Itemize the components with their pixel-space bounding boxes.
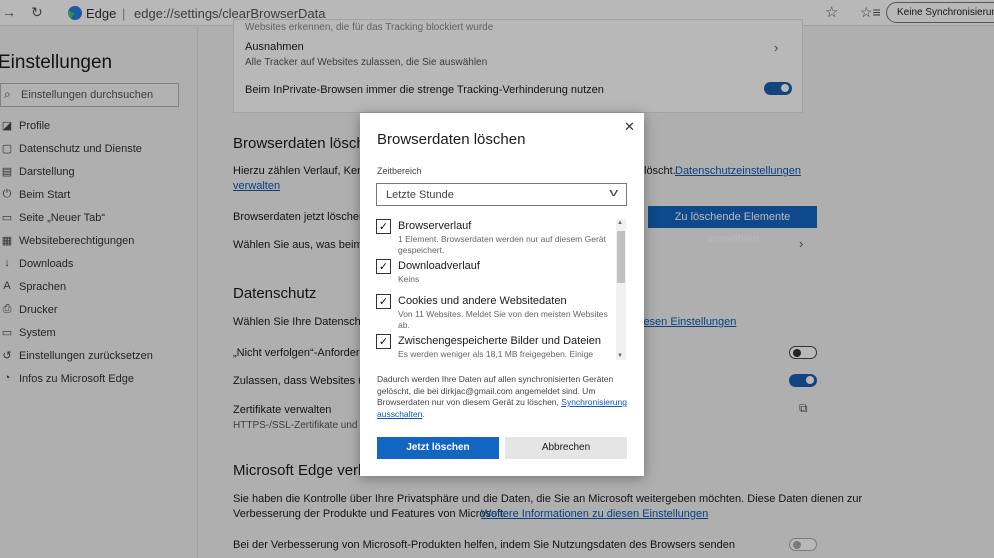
time-range-label: Zeitbereich xyxy=(377,166,422,176)
sync-info-text: Dadurch werden Ihre Daten auf allen sync… xyxy=(377,374,629,420)
scroll-down-icon[interactable]: ▼ xyxy=(617,353,623,359)
option-desc: Keins xyxy=(398,274,420,284)
clear-now-button[interactable]: Jetzt löschen xyxy=(377,437,499,459)
close-icon[interactable]: ✕ xyxy=(624,119,635,135)
option-name: Browserverlauf xyxy=(398,220,472,232)
scroll-up-icon[interactable]: ▲ xyxy=(617,220,623,226)
list-scrollbar[interactable]: ▲ ▼ xyxy=(616,219,626,360)
option-desc: Von 11 Websites. Meldet Sie von den meis… xyxy=(398,309,608,330)
time-range-select[interactable]: Letzte Stunde v xyxy=(376,183,627,206)
checkbox-checked[interactable]: ✓ xyxy=(376,259,391,274)
chevron-down-icon: v xyxy=(608,187,618,199)
checkbox-checked[interactable]: ✓ xyxy=(376,294,391,309)
data-type-list: ✓ Browserverlauf 1 Element. Browserdaten… xyxy=(376,219,628,359)
dialog-title: Browserdaten löschen xyxy=(377,131,526,148)
checkbox-checked[interactable]: ✓ xyxy=(376,219,391,234)
option-desc: Es werden weniger als 18,1 MB freigegebe… xyxy=(398,349,594,359)
option-name: Zwischengespeicherte Bilder und Dateien xyxy=(398,335,602,347)
cancel-button[interactable]: Abbrechen xyxy=(505,437,627,459)
option-desc: 1 Element. Browserdaten werden nur auf d… xyxy=(398,234,606,255)
sync-info-end: . xyxy=(422,408,425,419)
clear-browsing-data-dialog: Browserdaten löschen ✕ Zeitbereich Letzt… xyxy=(360,113,644,476)
time-range-value: Letzte Stunde xyxy=(386,189,454,201)
option-name: Cookies und andere Websitedaten xyxy=(398,295,567,307)
scrollbar-thumb[interactable] xyxy=(617,231,625,283)
option-name: Downloadverlauf xyxy=(398,260,480,272)
checkbox-checked[interactable]: ✓ xyxy=(376,334,391,349)
